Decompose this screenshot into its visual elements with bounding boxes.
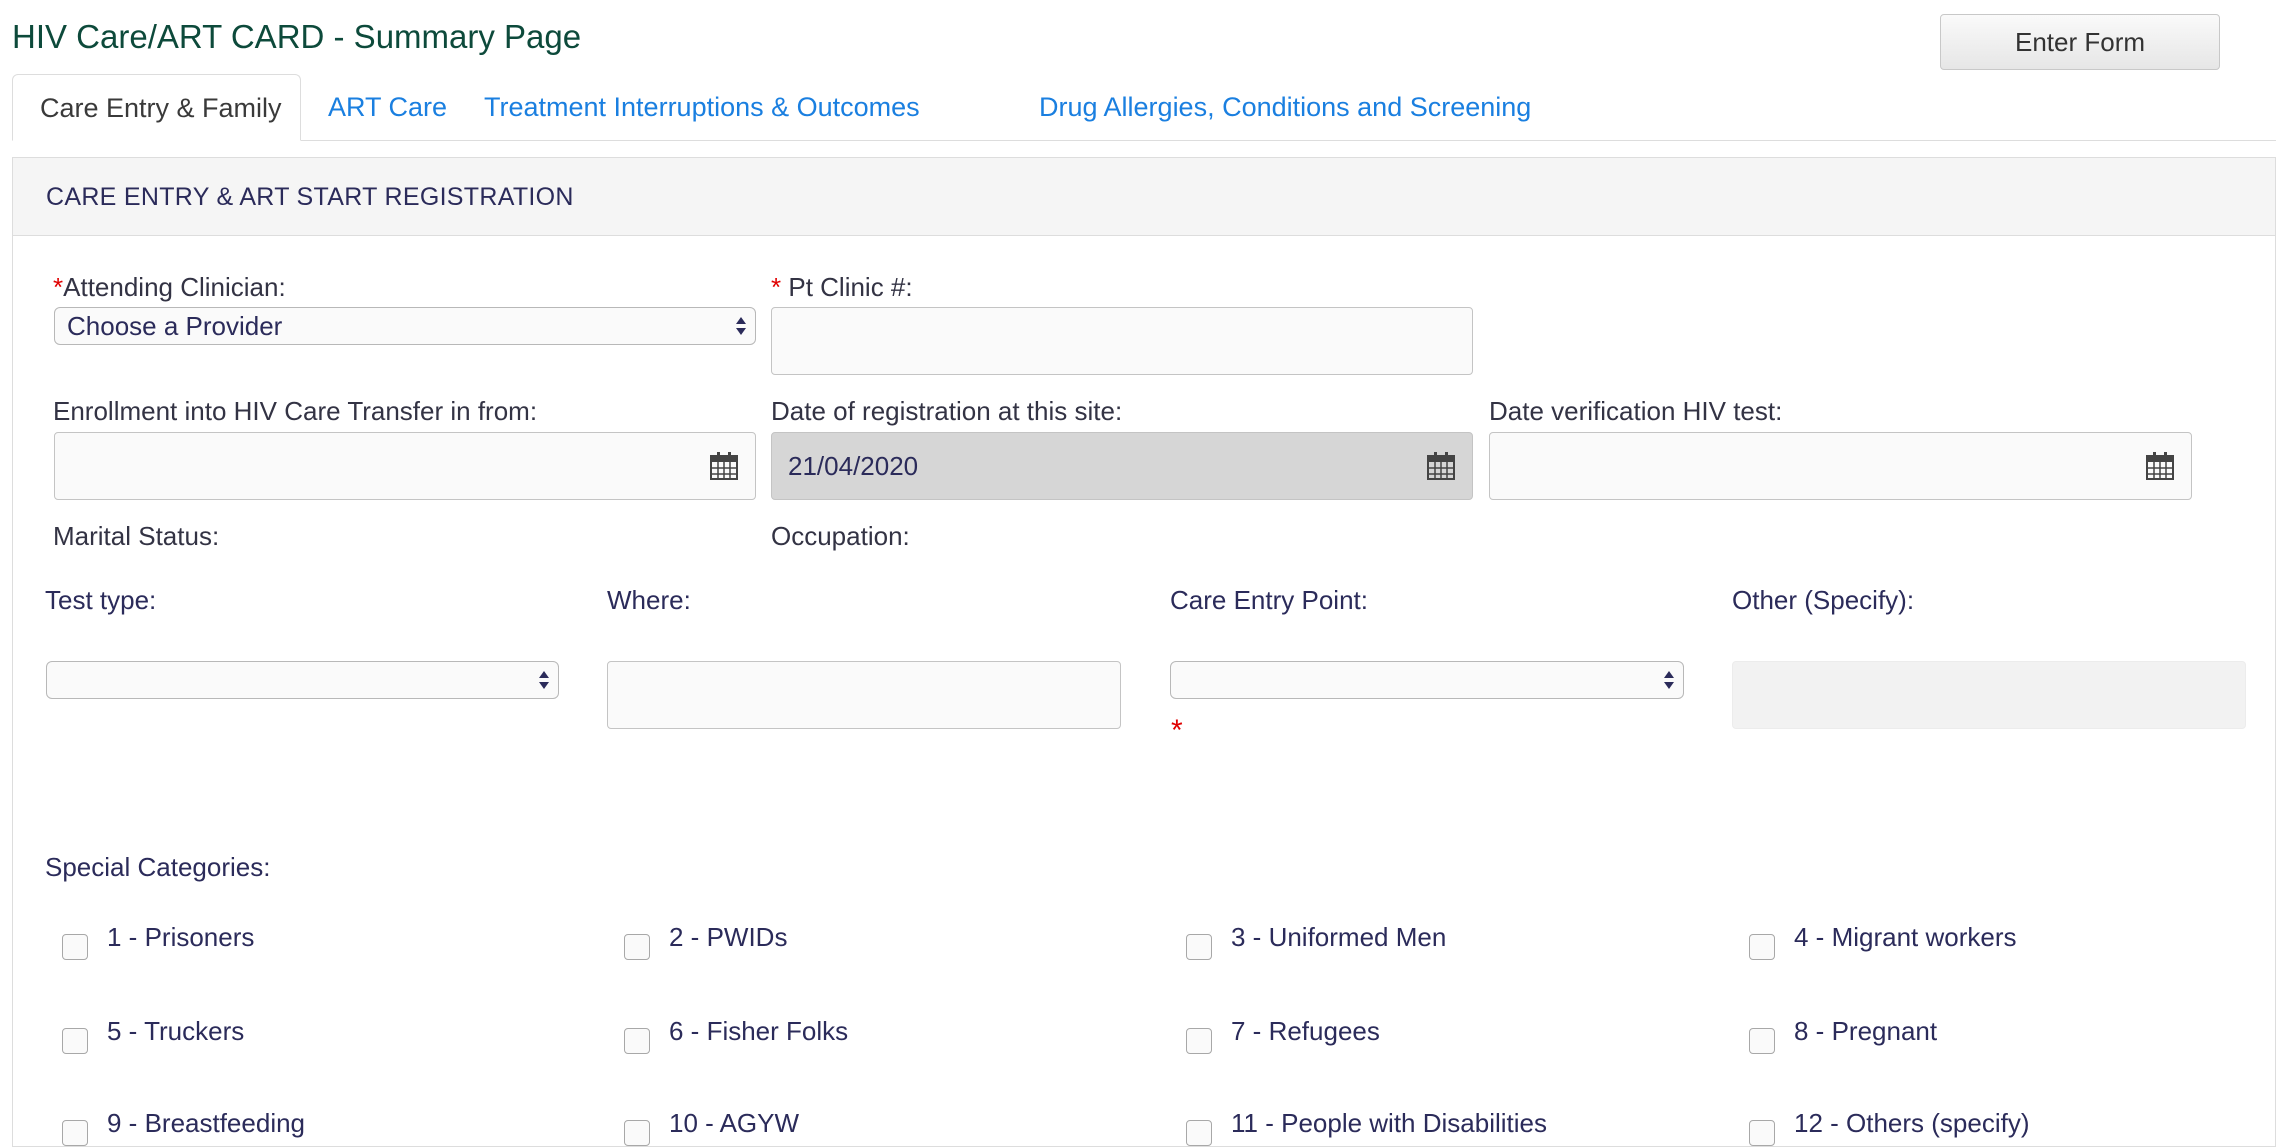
attending-clinician-value: Choose a Provider: [67, 311, 283, 341]
calendar-icon[interactable]: [2145, 451, 2175, 481]
select-arrows-icon: [1664, 671, 1674, 689]
test-type-label: Test type:: [45, 585, 157, 615]
tab-treatment-interruptions-outcomes[interactable]: Treatment Interruptions & Outcomes: [457, 74, 947, 140]
date-verification-label: Date verification HIV test:: [1489, 396, 1783, 426]
enter-form-button[interactable]: Enter Form: [1940, 14, 2220, 70]
checkbox[interactable]: [62, 1120, 88, 1146]
attending-clinician-label-text: Attending Clinician:: [63, 272, 286, 302]
required-marker: *: [53, 272, 64, 302]
select-arrows-icon: [539, 671, 549, 689]
checkbox-label: 4 - Migrant workers: [1794, 922, 2017, 952]
page-title: HIV Care/ART CARD - Summary Page: [12, 18, 582, 55]
calendar-icon[interactable]: [1426, 451, 1456, 481]
checkbox[interactable]: [624, 1028, 650, 1054]
checkbox-label: 5 - Truckers: [107, 1016, 245, 1046]
date-verification-input[interactable]: [1489, 432, 2192, 500]
occupation-label: Occupation:: [771, 521, 910, 551]
pt-clinic-label-text: Pt Clinic #:: [781, 272, 913, 302]
date-registration-value: 21/04/2020: [788, 451, 919, 481]
checkbox-label: 2 - PWIDs: [669, 922, 788, 952]
pt-clinic-input[interactable]: [771, 307, 1473, 375]
where-input[interactable]: [607, 661, 1121, 729]
checkbox-label: 6 - Fisher Folks: [669, 1016, 849, 1046]
test-type-select[interactable]: [46, 661, 559, 699]
required-marker: *: [771, 272, 782, 302]
select-arrows-icon: [736, 317, 746, 335]
tab-art-care[interactable]: ART Care: [301, 74, 474, 140]
checkbox-label: 1 - Prisoners: [107, 922, 255, 952]
tab-bar: Care Entry & Family ART Care Treatment I…: [12, 74, 2276, 141]
enrollment-transfer-input[interactable]: [54, 432, 756, 500]
calendar-icon[interactable]: [709, 451, 739, 481]
care-entry-panel: CARE ENTRY & ART START REGISTRATION: [12, 157, 2276, 1147]
checkbox[interactable]: [62, 1028, 88, 1054]
checkbox[interactable]: [62, 934, 88, 960]
checkbox[interactable]: [1186, 1028, 1212, 1054]
checkbox-label: 12 - Others (specify): [1794, 1108, 2030, 1138]
tab-care-entry-family[interactable]: Care Entry & Family: [12, 74, 301, 141]
checkbox-label: 10 - AGYW: [669, 1108, 800, 1138]
date-registration-label: Date of registration at this site:: [771, 396, 1123, 426]
checkbox-label: 9 - Breastfeeding: [107, 1108, 306, 1138]
marital-status-label: Marital Status:: [53, 521, 220, 551]
checkbox[interactable]: [624, 1120, 650, 1146]
enrollment-transfer-label: Enrollment into HIV Care Transfer in fro…: [53, 396, 538, 426]
checkbox[interactable]: [1186, 1120, 1212, 1146]
checkbox-label: 11 - People with Disabilities: [1231, 1108, 1547, 1138]
checkbox[interactable]: [1749, 934, 1775, 960]
care-entry-point-label: Care Entry Point:: [1170, 585, 1368, 615]
special-categories-label: Special Categories:: [45, 852, 271, 882]
tab-drug-allergies-conditions-screening[interactable]: Drug Allergies, Conditions and Screening: [1012, 74, 1558, 140]
checkbox-label: 8 - Pregnant: [1794, 1016, 1938, 1046]
care-entry-point-select[interactable]: [1170, 661, 1684, 699]
checkbox[interactable]: [1749, 1028, 1775, 1054]
section-title: CARE ENTRY & ART START REGISTRATION: [13, 158, 2275, 236]
checkbox-label: 3 - Uniformed Men: [1231, 922, 1447, 952]
other-specify-input[interactable]: [1732, 661, 2246, 729]
checkbox[interactable]: [1186, 934, 1212, 960]
checkbox[interactable]: [1749, 1120, 1775, 1146]
other-specify-label: Other (Specify):: [1732, 585, 1915, 615]
attending-clinician-label: *Attending Clinician:: [53, 272, 286, 303]
checkbox[interactable]: [624, 934, 650, 960]
checkbox-label: 7 - Refugees: [1231, 1016, 1380, 1046]
attending-clinician-select[interactable]: Choose a Provider: [54, 307, 756, 345]
care-entry-point-required-marker: *: [1171, 714, 1183, 747]
date-registration-input[interactable]: 21/04/2020: [771, 432, 1473, 500]
where-label: Where:: [607, 585, 691, 615]
pt-clinic-label: * Pt Clinic #:: [771, 272, 913, 303]
